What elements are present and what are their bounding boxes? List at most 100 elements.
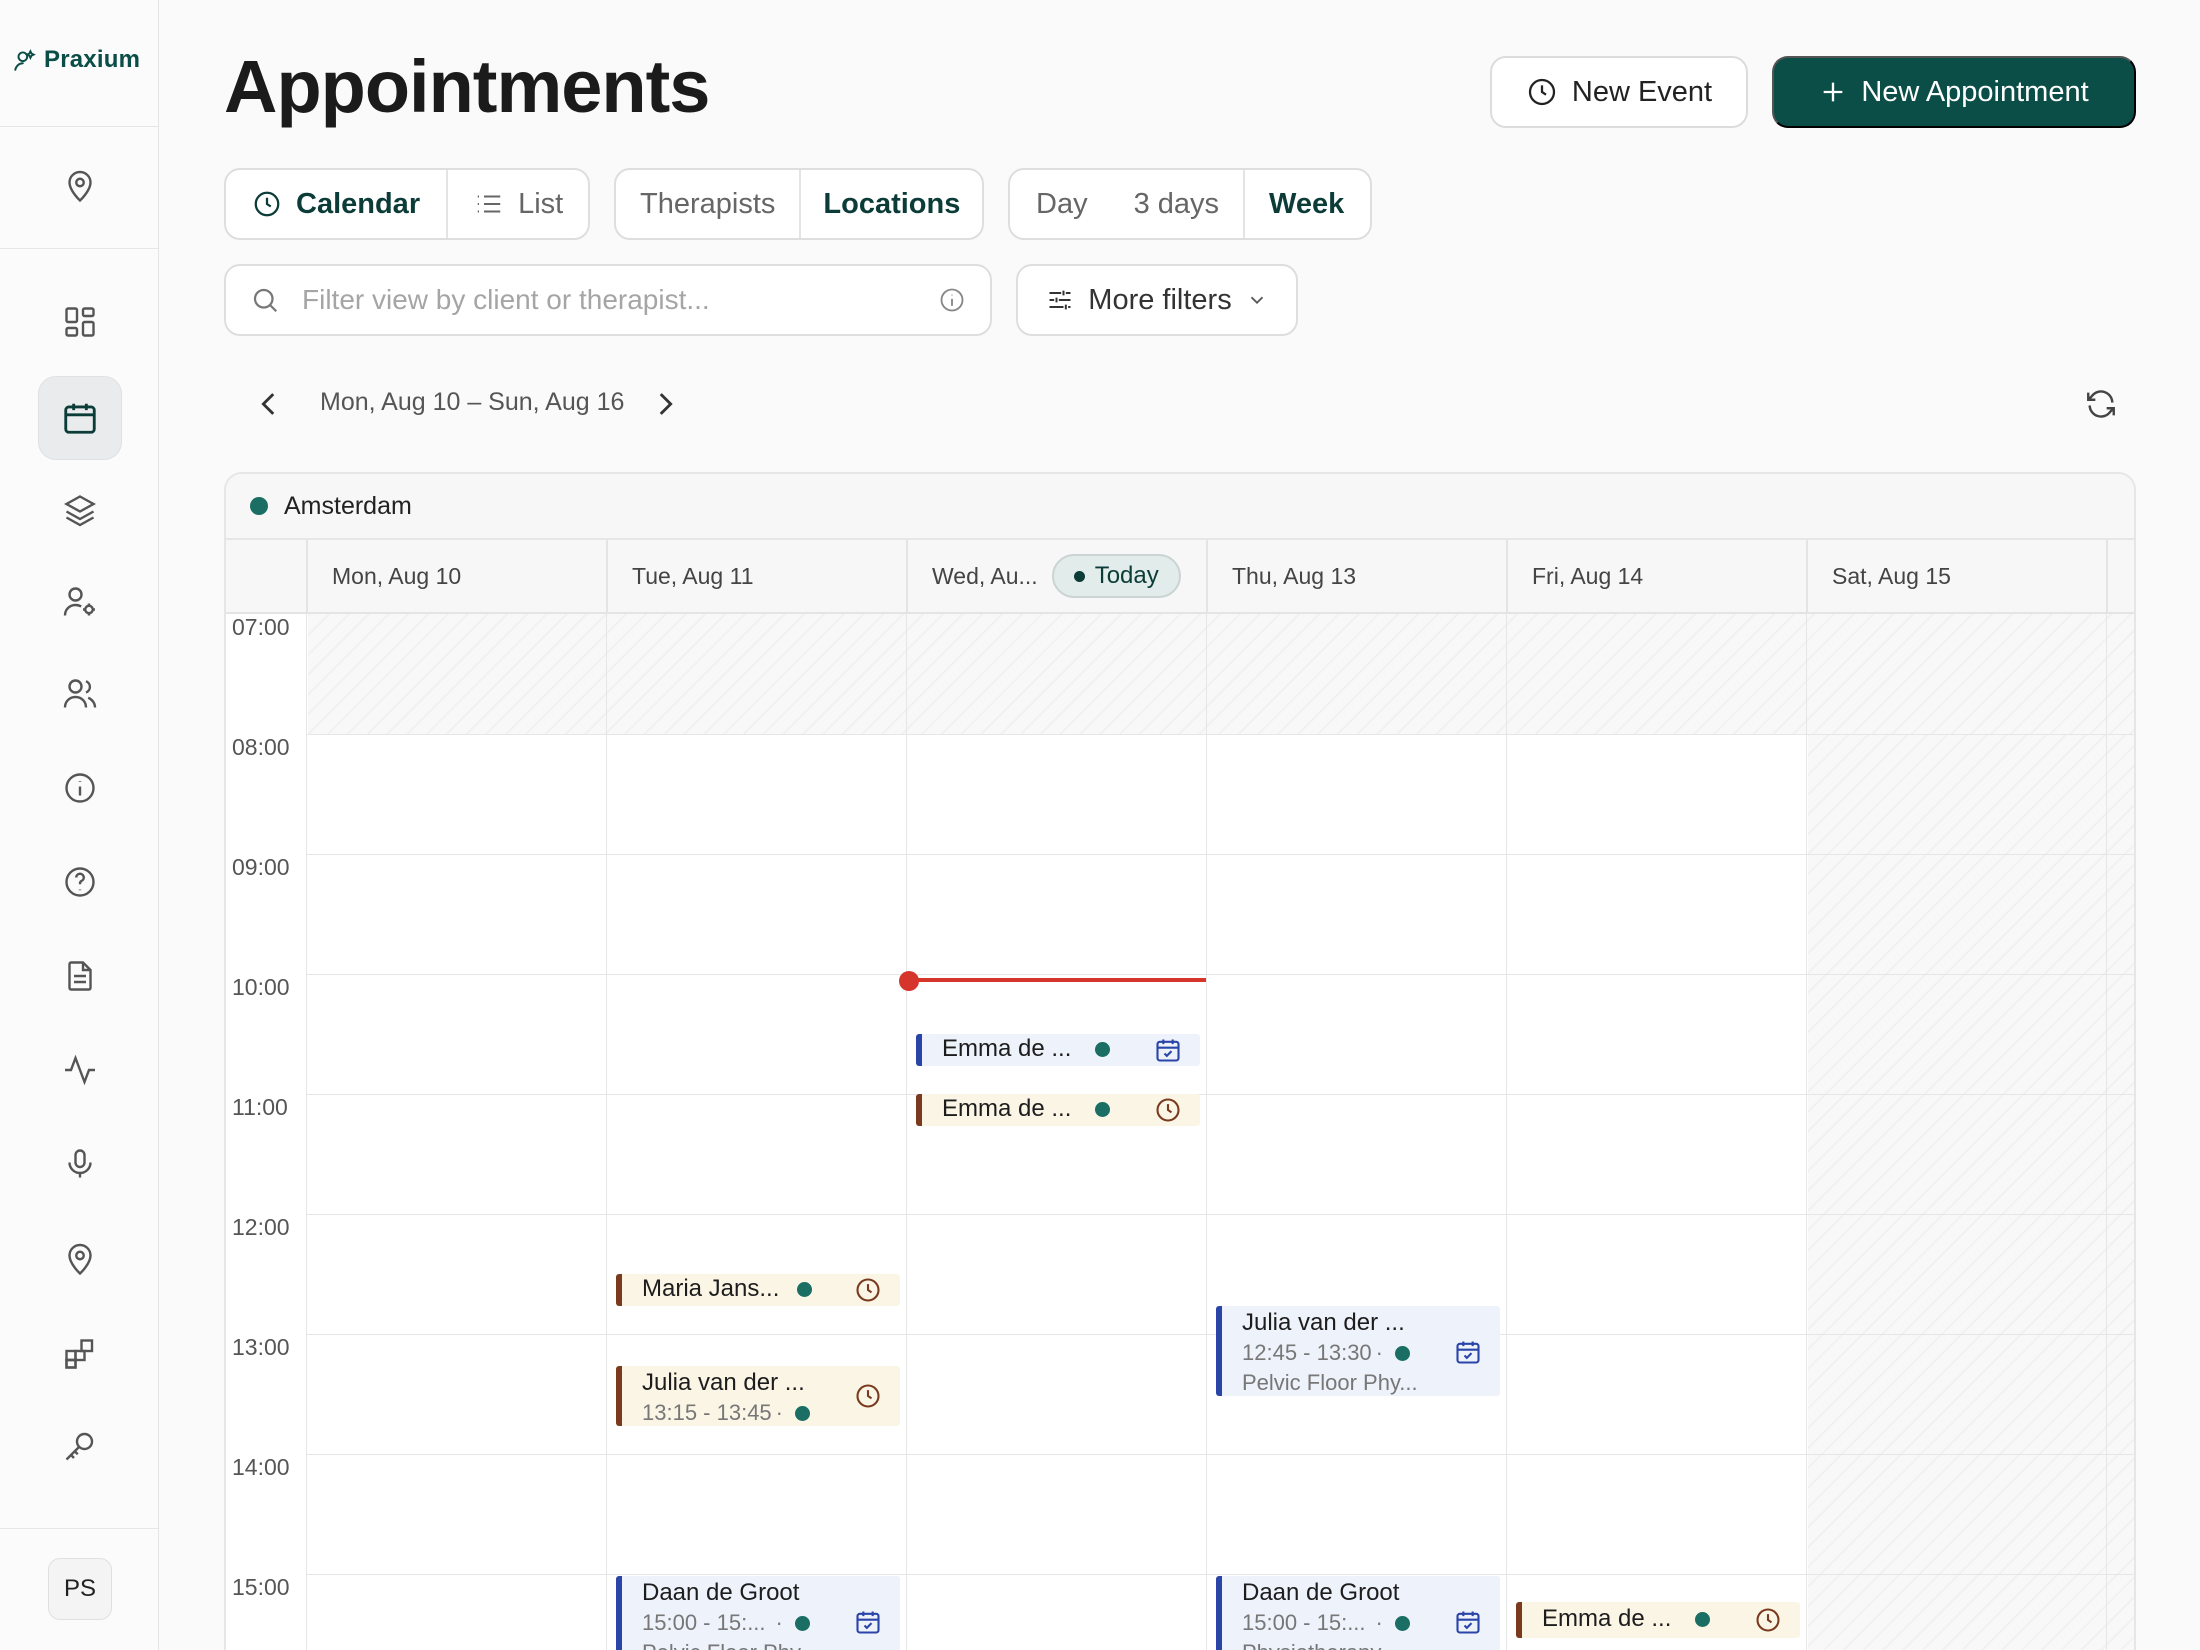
time-label: 11:00 — [232, 1094, 288, 1120]
calendar-check-icon — [1456, 1611, 1480, 1634]
grid-line — [306, 1454, 2134, 1455]
sidebar-item-activity[interactable] — [38, 1028, 122, 1112]
event-time: 12:45 - 13:30 — [1242, 1340, 1372, 1365]
grid-line — [2106, 614, 2107, 1650]
location-dot — [1394, 1615, 1410, 1631]
clock-icon — [1156, 1098, 1180, 1122]
grid-line — [906, 614, 907, 1650]
day-header[interactable]: Tue, Aug 11 — [606, 540, 906, 614]
current-time-dot — [899, 971, 919, 991]
sidebar-item-documents[interactable] — [38, 934, 122, 1018]
grid-line — [606, 614, 607, 1650]
event-card[interactable]: Julia van der ... 13:15 - 13:45 · — [616, 1366, 900, 1426]
clock-icon — [856, 1384, 880, 1408]
grid-line — [1206, 614, 1207, 1650]
time-header-corner — [226, 540, 306, 614]
day-header[interactable]: Thu, Aug 13 — [1206, 540, 1506, 614]
time-label: 12:00 — [232, 1214, 290, 1240]
new-appointment-label: New Appointment — [1861, 75, 2089, 108]
sidebar-item-recording[interactable] — [38, 1122, 122, 1206]
appointment-card[interactable]: Julia van der ... 12:45 - 13:30 · Pelvic … — [1216, 1306, 1500, 1396]
range-toggle: Day 3 days Week — [1008, 168, 1372, 240]
today-label: Today — [1094, 562, 1159, 589]
time-label: 13:00 — [232, 1334, 290, 1360]
tab-calendar-label: Calendar — [296, 187, 421, 220]
event-card[interactable]: Emma de ... — [1516, 1602, 1800, 1638]
view-mode-toggle: Calendar List — [224, 168, 590, 240]
sidebar-item-locations[interactable] — [38, 1218, 122, 1302]
info-icon[interactable] — [938, 286, 966, 314]
appointment-card[interactable]: Daan de Groot 15:00 - 15:...· Pelvic Flo… — [616, 1576, 900, 1650]
sidebar-divider — [0, 248, 159, 249]
user-avatar[interactable]: PS — [48, 1558, 112, 1620]
grid-line — [1806, 614, 1807, 1650]
sidebar-item-integrations[interactable] — [38, 1312, 122, 1396]
brand-logo[interactable]: Praxium — [12, 46, 140, 74]
tab-locations[interactable]: Locations — [799, 170, 982, 238]
tab-3-days[interactable]: 3 days — [1114, 170, 1243, 238]
refresh-button[interactable] — [2084, 382, 2118, 426]
day-header-today[interactable]: Wed, Au... Today — [906, 540, 1206, 614]
location-dot — [1395, 1345, 1410, 1361]
day-header-overflow — [2106, 540, 2134, 614]
sidebar-item-info[interactable] — [38, 746, 122, 830]
tab-week[interactable]: Week — [1243, 170, 1368, 238]
search-icon — [253, 288, 278, 313]
off-hours-block — [1808, 734, 2134, 1650]
sidebar-item-clients[interactable] — [38, 652, 122, 736]
list-icon — [477, 195, 501, 213]
calendar-check-icon — [1156, 1039, 1180, 1062]
event-service: Pelvic Floor Phy... — [642, 1640, 818, 1650]
location-name: Amsterdam — [284, 491, 412, 520]
event-client-name: Daan de Groot — [642, 1579, 800, 1606]
sidebar-item-layers[interactable] — [38, 468, 122, 552]
sliders-icon — [1049, 290, 1071, 310]
event-client-name: Emma de ... — [1542, 1605, 1672, 1632]
activity-icon — [65, 1054, 95, 1086]
grid-line — [306, 1214, 2134, 1215]
sidebar-item-keys[interactable] — [38, 1404, 122, 1488]
search-input[interactable] — [302, 284, 938, 316]
brand-name: Praxium — [44, 46, 141, 73]
tab-list[interactable]: List — [446, 170, 588, 238]
appointment-card[interactable]: Emma de ... — [916, 1034, 1200, 1066]
clock-icon — [254, 191, 280, 217]
grid-line — [306, 614, 307, 1650]
sidebar-item-help[interactable] — [38, 840, 122, 924]
appointment-card[interactable]: Daan de Groot 15:00 - 15:...· Physiother… — [1216, 1576, 1500, 1650]
time-label: 14:00 — [232, 1454, 290, 1480]
search-box — [224, 264, 992, 336]
grid-line — [1506, 614, 1507, 1650]
more-filters-button[interactable]: More filters — [1016, 264, 1298, 336]
day-header-label: Wed, Au... — [932, 562, 1038, 589]
location-icon — [68, 1243, 92, 1276]
new-event-button[interactable]: New Event — [1490, 56, 1748, 128]
event-card[interactable]: Emma de ... — [916, 1094, 1200, 1126]
prev-week-button[interactable] — [252, 382, 286, 426]
event-time: 13:15 - 13:45 — [642, 1400, 772, 1425]
sidebar-item-dashboard[interactable] — [38, 280, 122, 364]
brand-icon — [14, 49, 36, 71]
location-dot — [1095, 1041, 1111, 1057]
event-card[interactable]: Maria Jans... — [616, 1274, 900, 1306]
sidebar-item-user-settings[interactable] — [38, 560, 122, 644]
day-header[interactable]: Fri, Aug 14 — [1506, 540, 1806, 614]
tab-day[interactable]: Day — [1010, 170, 1114, 238]
new-appointment-button[interactable]: New Appointment — [1772, 56, 2136, 128]
next-week-button[interactable] — [648, 382, 682, 426]
tab-calendar[interactable]: Calendar — [226, 170, 446, 238]
user-settings-icon — [63, 587, 95, 616]
day-header[interactable]: Mon, Aug 10 — [306, 540, 606, 614]
event-service: Physiotherapy — [1242, 1640, 1381, 1650]
day-header[interactable]: Sat, Aug 15 — [1806, 540, 2106, 614]
location-dot — [1695, 1611, 1711, 1627]
location-dot — [250, 497, 268, 515]
location-dot — [794, 1615, 810, 1631]
sidebar: Praxium PS — [0, 0, 159, 1650]
sidebar-item-location[interactable] — [38, 145, 122, 229]
tab-therapists[interactable]: Therapists — [616, 170, 799, 238]
location-header: Amsterdam — [226, 474, 2134, 540]
event-service: Pelvic Floor Phy... — [1242, 1370, 1418, 1395]
sidebar-item-calendar[interactable] — [38, 376, 122, 460]
layers-icon — [64, 495, 96, 527]
